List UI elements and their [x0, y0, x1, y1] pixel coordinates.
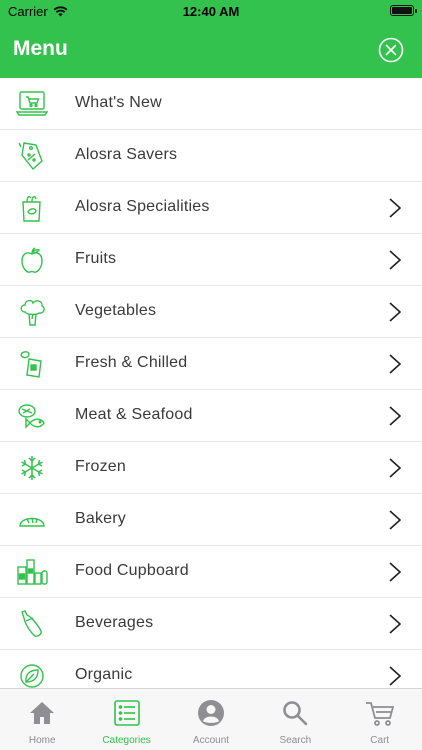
tab-categories[interactable]: Categories — [84, 689, 168, 750]
menu-item-label: Fresh & Chilled — [75, 354, 188, 371]
leaf-icon — [20, 664, 44, 688]
bottle-icon — [21, 610, 42, 637]
chevron-right-icon — [389, 666, 402, 686]
broccoli-icon — [20, 299, 45, 326]
menu-item-food-cupboard[interactable]: Food Cupboard — [0, 546, 422, 598]
menu-item-label: Frozen — [75, 458, 126, 475]
price-tag-icon — [18, 142, 43, 171]
chevron-right-icon — [389, 302, 402, 322]
grocery-bag-icon — [22, 195, 41, 222]
tab-bar: Home Categories Account Search Cart — [0, 688, 422, 750]
menu-item-alosra-savers[interactable]: Alosra Savers — [0, 130, 422, 182]
tab-label: Account — [192, 735, 230, 746]
tab-label: Home — [28, 735, 56, 746]
page-title: Menu — [13, 37, 68, 60]
menu-item-label: Bakery — [75, 510, 126, 527]
menu-item-bakery[interactable]: Bakery — [0, 494, 422, 546]
category-menu: What's New Alosra Savers Alosra Speciali… — [0, 78, 422, 688]
menu-item-label: Fruits — [75, 250, 117, 267]
menu-item-vegetables[interactable]: Vegetables — [0, 286, 422, 338]
menu-item-organic[interactable]: Organic — [0, 650, 422, 688]
menu-item-label: Food Cupboard — [75, 562, 189, 579]
chevron-right-icon — [389, 406, 402, 426]
tab-search[interactable]: Search — [253, 689, 337, 750]
snowflake-icon — [21, 456, 43, 480]
menu-item-frozen[interactable]: Frozen — [0, 442, 422, 494]
tab-account[interactable]: Account — [169, 689, 253, 750]
cart-icon — [365, 702, 394, 726]
menu-item-label: Alosra Savers — [75, 146, 178, 163]
home-icon — [30, 702, 55, 724]
tab-home[interactable]: Home — [0, 689, 84, 750]
chevron-right-icon — [389, 562, 402, 582]
chevron-right-icon — [389, 354, 402, 374]
steak-fish-icon — [18, 404, 45, 429]
apple-icon — [21, 247, 43, 273]
menu-item-fruits[interactable]: Fruits — [0, 234, 422, 286]
bread-icon — [19, 517, 45, 527]
list-icon — [113, 700, 140, 726]
menu-header: Menu — [0, 22, 422, 78]
tab-label: Search — [279, 735, 312, 746]
tab-label: Cart — [370, 735, 390, 746]
chevron-right-icon — [389, 198, 402, 218]
battery-icon — [390, 5, 417, 16]
menu-item-meat-seafood[interactable]: Meat & Seafood — [0, 390, 422, 442]
menu-item-label: What's New — [75, 94, 162, 111]
shopping-laptop-icon — [16, 91, 48, 116]
tab-cart[interactable]: Cart — [338, 689, 422, 750]
chevron-right-icon — [389, 614, 402, 634]
search-icon — [283, 701, 308, 726]
menu-item-label: Alosra Specialities — [75, 198, 210, 215]
menu-item-label: Beverages — [75, 614, 154, 631]
menu-item-label: Organic — [75, 666, 133, 683]
chevron-right-icon — [389, 510, 402, 530]
tab-label: Categories — [102, 735, 151, 746]
menu-item-beverages[interactable]: Beverages — [0, 598, 422, 650]
menu-item-alosra-specialities[interactable]: Alosra Specialities — [0, 182, 422, 234]
clock: 12:40 AM — [182, 4, 240, 19]
status-bar: Carrier 12:40 AM — [0, 0, 422, 22]
menu-item-label: Vegetables — [75, 302, 157, 319]
chevron-right-icon — [389, 250, 402, 270]
pantry-jars-icon — [17, 559, 48, 585]
close-icon[interactable] — [378, 37, 404, 63]
chevron-right-icon — [389, 458, 402, 478]
menu-item-fresh-chilled[interactable]: Fresh & Chilled — [0, 338, 422, 390]
menu-item-whats-new[interactable]: What's New — [0, 78, 422, 130]
menu-screen: Carrier 12:40 AM Menu What's New Alosra … — [0, 0, 422, 750]
menu-item-label: Meat & Seafood — [75, 406, 193, 423]
chilled-pack-icon — [20, 351, 42, 378]
account-icon — [197, 700, 224, 726]
